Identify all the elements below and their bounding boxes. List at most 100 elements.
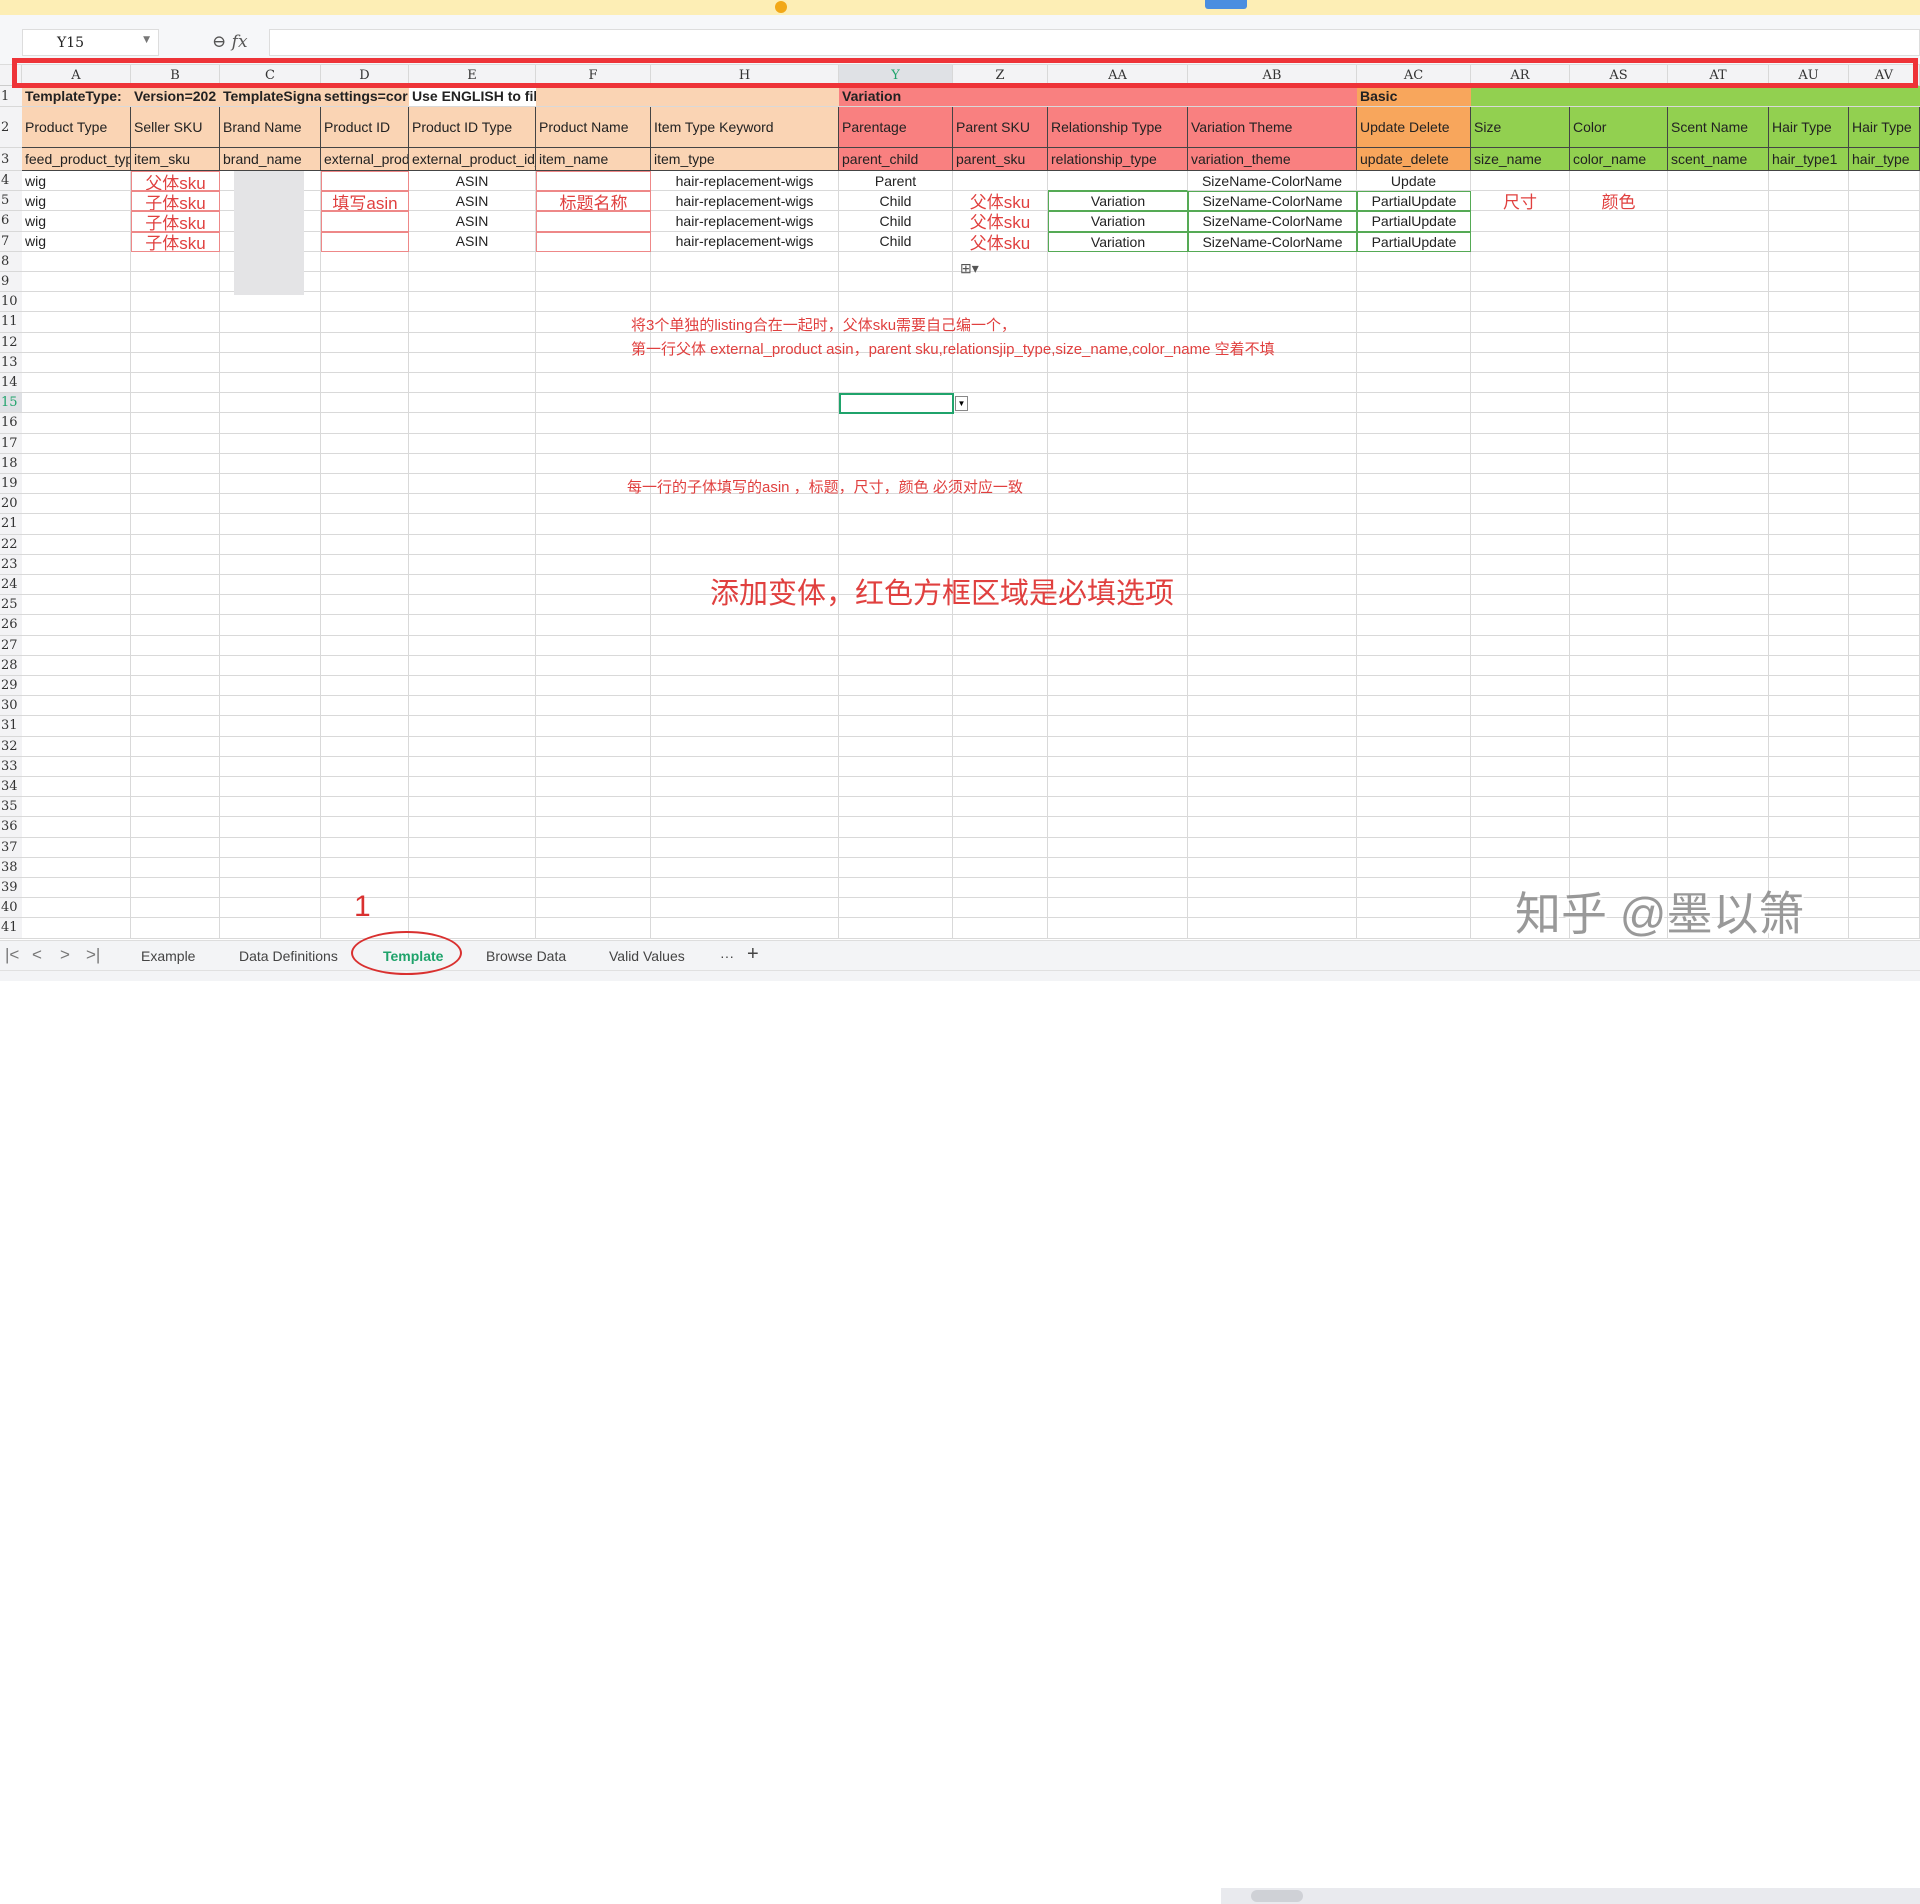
cell-c12[interactable] (220, 332, 321, 353)
cell-at38[interactable] (1668, 857, 1769, 878)
cell-aa33[interactable] (1048, 756, 1188, 777)
cell-ab38[interactable] (1188, 857, 1357, 878)
cell-d24[interactable] (321, 575, 409, 596)
cell-e15[interactable] (409, 393, 536, 414)
cell-ab15[interactable] (1188, 393, 1357, 414)
cell-y14[interactable] (839, 373, 953, 394)
cell-at24[interactable] (1668, 575, 1769, 596)
cell-e40[interactable] (409, 898, 536, 919)
cell-aa19[interactable] (1048, 474, 1188, 495)
cell-au10[interactable] (1769, 292, 1849, 313)
cell-ar8[interactable] (1471, 251, 1570, 272)
cell-d4[interactable] (321, 171, 409, 192)
cell-a23[interactable] (22, 554, 131, 575)
cell-h3[interactable]: item_type (651, 148, 839, 171)
row-header-41[interactable]: 41 (0, 918, 22, 939)
cell-e6[interactable]: ASIN (409, 211, 536, 232)
cell-f2[interactable]: Product Name (536, 107, 651, 148)
cell-aa34[interactable] (1048, 777, 1188, 798)
cell-av14[interactable] (1849, 373, 1920, 394)
cell-ar17[interactable] (1471, 433, 1570, 454)
cell-h9[interactable] (651, 272, 839, 293)
cell-y26[interactable] (839, 615, 953, 636)
cell-as15[interactable] (1570, 393, 1668, 414)
cell-f40[interactable] (536, 898, 651, 919)
cell-f5[interactable]: 标题名称 (536, 191, 651, 212)
cell-d26[interactable] (321, 615, 409, 636)
cell-at33[interactable] (1668, 756, 1769, 777)
prev-sheet-icon[interactable]: < (32, 945, 42, 965)
cell-aa22[interactable] (1048, 534, 1188, 555)
row-header-5[interactable]: 5 (0, 191, 22, 212)
cell-c39[interactable] (220, 878, 321, 899)
cell-h38[interactable] (651, 857, 839, 878)
cell-y31[interactable] (839, 716, 953, 737)
cell-b5[interactable]: 子体sku (131, 191, 220, 212)
cell-a10[interactable] (22, 292, 131, 313)
cell-f20[interactable] (536, 494, 651, 515)
cell-d3[interactable]: external_product_id (321, 148, 409, 171)
cell-ac37[interactable] (1357, 837, 1471, 858)
cell-b3[interactable]: item_sku (131, 148, 220, 171)
tab-browse-data[interactable]: Browse Data (486, 948, 566, 964)
cell-b13[interactable] (131, 352, 220, 373)
cell-z3[interactable]: parent_sku (953, 148, 1048, 171)
cell-e32[interactable] (409, 736, 536, 757)
cell-e33[interactable] (409, 756, 536, 777)
cell-d16[interactable] (321, 413, 409, 434)
cell-h30[interactable] (651, 696, 839, 717)
cell-ar20[interactable] (1471, 494, 1570, 515)
cell-c29[interactable] (220, 676, 321, 697)
cell-ar16[interactable] (1471, 413, 1570, 434)
cell-h2[interactable]: Item Type Keyword (651, 107, 839, 148)
cell-c2[interactable]: Brand Name (220, 107, 321, 148)
cell-a21[interactable] (22, 514, 131, 535)
cell-ar32[interactable] (1471, 736, 1570, 757)
cell-c30[interactable] (220, 696, 321, 717)
cell-d29[interactable] (321, 676, 409, 697)
cell-z29[interactable] (953, 676, 1048, 697)
update-button[interactable] (1205, 0, 1247, 9)
cell-au31[interactable] (1769, 716, 1849, 737)
cell-a27[interactable] (22, 635, 131, 656)
cell-c3[interactable]: brand_name (220, 148, 321, 171)
row-header-15[interactable]: 15 (0, 393, 22, 414)
cell-at18[interactable] (1668, 453, 1769, 474)
cell-a38[interactable] (22, 857, 131, 878)
cell-c11[interactable] (220, 312, 321, 333)
cell-as20[interactable] (1570, 494, 1668, 515)
cell-ac8[interactable] (1357, 251, 1471, 272)
cell-as28[interactable] (1570, 655, 1668, 676)
cell-h34[interactable] (651, 777, 839, 798)
cell-d8[interactable] (321, 251, 409, 272)
cell-h28[interactable] (651, 655, 839, 676)
cell-av12[interactable] (1849, 332, 1920, 353)
cell-e17[interactable] (409, 433, 536, 454)
cell-au32[interactable] (1769, 736, 1849, 757)
cell-z34[interactable] (953, 777, 1048, 798)
row-header-17[interactable]: 17 (0, 433, 22, 454)
cell-av18[interactable] (1849, 453, 1920, 474)
cell-aa27[interactable] (1048, 635, 1188, 656)
cell-aa37[interactable] (1048, 837, 1188, 858)
cell-au38[interactable] (1769, 857, 1849, 878)
cell-a14[interactable] (22, 373, 131, 394)
cell-h36[interactable] (651, 817, 839, 838)
cell-z22[interactable] (953, 534, 1048, 555)
cell-z40[interactable] (953, 898, 1048, 919)
cell-c33[interactable] (220, 756, 321, 777)
cell-a11[interactable] (22, 312, 131, 333)
cell-f36[interactable] (536, 817, 651, 838)
cell-au33[interactable] (1769, 756, 1849, 777)
cell-h39[interactable] (651, 878, 839, 899)
cell-y3[interactable]: parent_child (839, 148, 953, 171)
cell-ab20[interactable] (1188, 494, 1357, 515)
cell-ac41[interactable] (1357, 918, 1471, 939)
cell-as27[interactable] (1570, 635, 1668, 656)
cell-ab39[interactable] (1188, 878, 1357, 899)
cell-av10[interactable] (1849, 292, 1920, 313)
cell-f3[interactable]: item_name (536, 148, 651, 171)
cell-h35[interactable] (651, 797, 839, 818)
cell-av7[interactable] (1849, 231, 1920, 252)
row-header-11[interactable]: 11 (0, 312, 22, 333)
